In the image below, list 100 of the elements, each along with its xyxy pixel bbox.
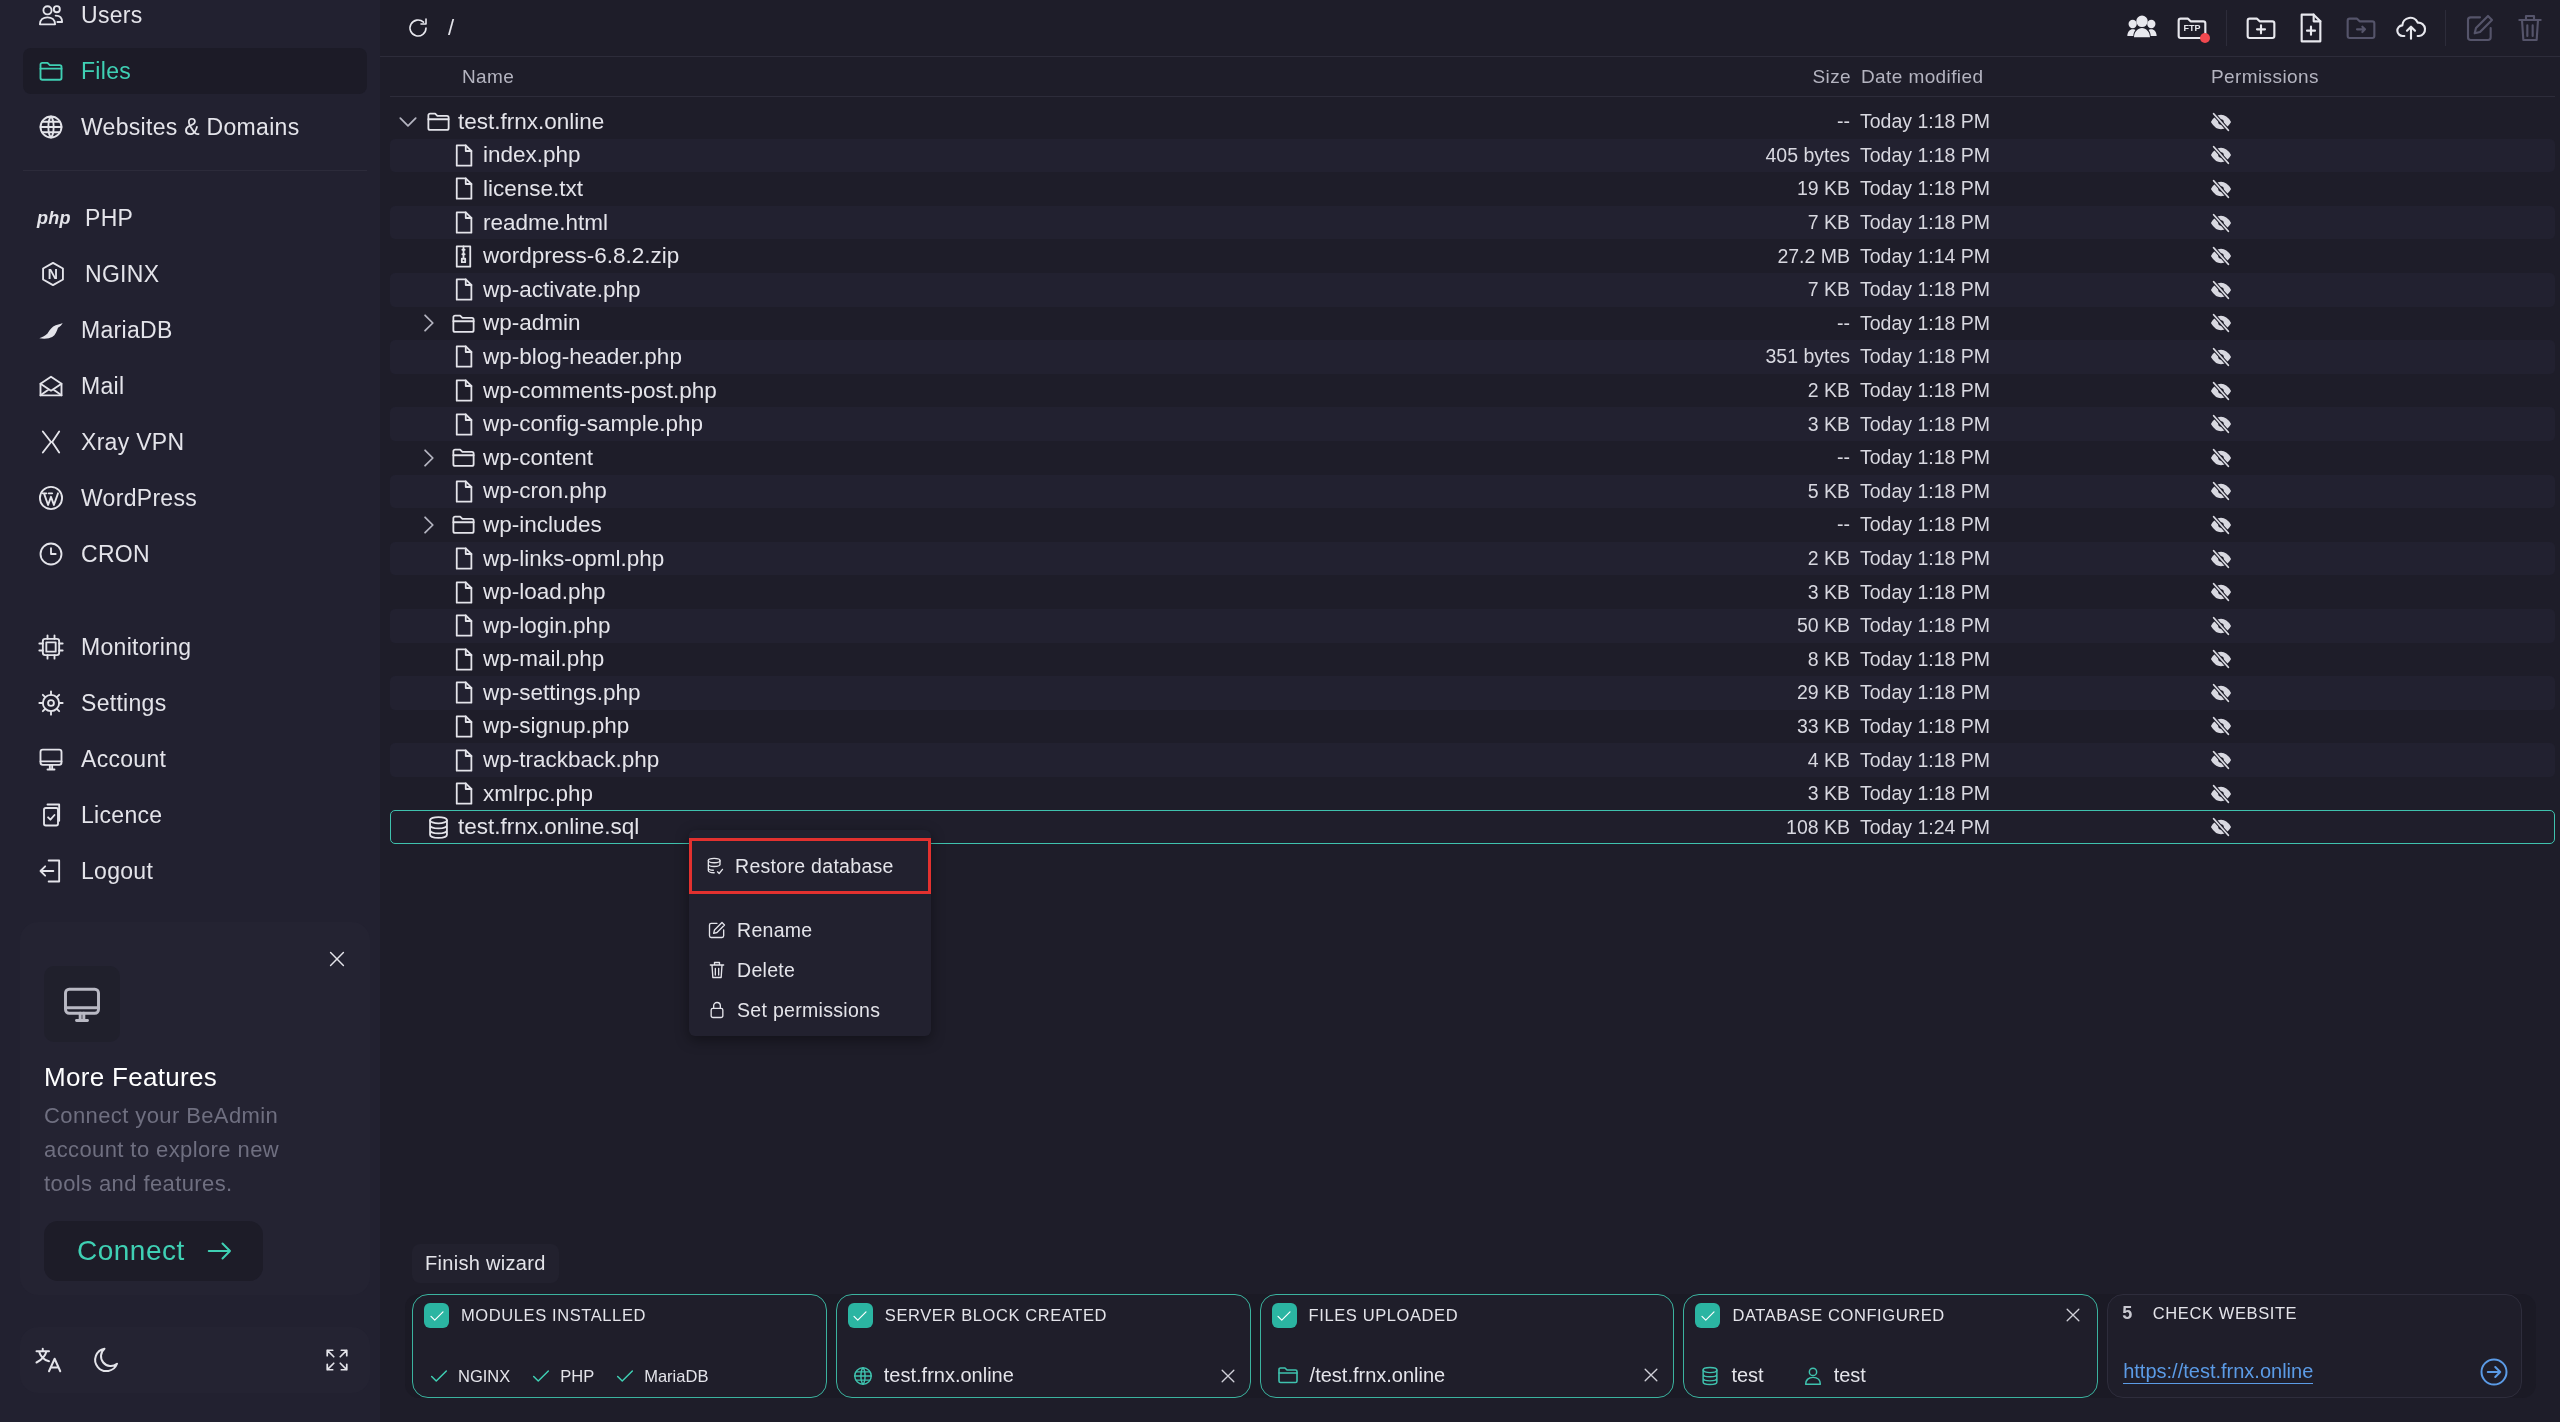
file-row[interactable]: wp-content -- Today 1:18 PM [390, 440, 2555, 475]
promo-text: Connect your BeAdmin account to explore new tools and features. [44, 1102, 281, 1198]
file-row[interactable]: test.frnx.online.sql 108 KB Today 1:24 PM [390, 810, 2555, 845]
sidebar-item[interactable]: Xray VPN [23, 419, 367, 465]
date-modified: Today 1:18 PM [1860, 446, 1992, 470]
file-row[interactable]: wp-includes -- Today 1:18 PM [390, 508, 2555, 542]
file-row[interactable]: wp-links-opml.php 2 KB Today 1:18 PM [390, 541, 2555, 576]
sidebar-item[interactable]: Settings [23, 680, 367, 726]
globe-icon [851, 1364, 874, 1387]
date-modified: Today 1:18 PM [1860, 143, 1992, 167]
step-number: 5 [2121, 1303, 2134, 1324]
sidebar-item[interactable]: Files [23, 48, 367, 94]
file-row[interactable]: wp-admin -- Today 1:18 PM [390, 306, 2555, 341]
sidebar-item[interactable]: CRON [23, 531, 367, 577]
eye-off-icon [2210, 782, 2232, 805]
file-row[interactable]: wordpress-6.8.2.zip 27.2 MB Today 1:14 PM [390, 239, 2555, 273]
chevron-down-icon [399, 116, 417, 127]
file-row[interactable]: index.php 405 bytes Today 1:18 PM [390, 138, 2555, 173]
date-modified: Today 1:18 PM [1860, 311, 1992, 335]
file-row[interactable]: wp-signup.php 33 KB Today 1:18 PM [390, 709, 2555, 744]
file-size: 33 KB [1795, 715, 1851, 738]
file-row[interactable]: wp-blog-header.php 351 bytes Today 1:18 PM [390, 340, 2555, 374]
file-size: 50 KB [1795, 614, 1851, 638]
date-modified: Today 1:18 PM [1860, 681, 1992, 705]
eye-off-icon [2210, 816, 2232, 839]
edit-icon [707, 920, 727, 940]
sidebar-item[interactable]: Users [23, 0, 367, 38]
connect-button[interactable]: Connect [44, 1221, 263, 1281]
eye-off-icon [2210, 278, 2232, 301]
sidebar-item[interactable]: Licence [23, 792, 367, 838]
website-link[interactable]: https://test.frnx.online [2123, 1360, 2314, 1384]
database-user: test [1833, 1364, 1866, 1387]
module-name: PHP [560, 1366, 595, 1386]
sidebar-item[interactable]: N NGINX [23, 251, 367, 297]
domain-name: test.frnx.online [883, 1364, 1014, 1387]
ftp-folder-button[interactable]: FTP [2176, 12, 2208, 44]
file-name: wp-links-opml.php [483, 545, 665, 572]
file-row[interactable]: wp-config-sample.php 3 KB Today 1:18 PM [390, 407, 2555, 441]
file-row[interactable]: wp-settings.php 29 KB Today 1:18 PM [390, 676, 2555, 710]
translate-icon [34, 1345, 64, 1375]
eye-off-icon [2210, 110, 2232, 133]
file-row[interactable]: test.frnx.online -- Today 1:18 PM [390, 105, 2555, 139]
eye-off-icon [2210, 681, 2232, 704]
file-row[interactable]: readme.html 7 KB Today 1:18 PM [390, 205, 2555, 240]
menu-item[interactable]: Rename [689, 910, 931, 950]
file-name: wp-signup.php [483, 713, 630, 740]
sidebar-item[interactable]: php PHP [23, 195, 367, 241]
date-modified: Today 1:14 PM [1860, 244, 1992, 268]
sidebar-item[interactable]: MariaDB [23, 307, 367, 353]
eye-off-icon [2210, 513, 2232, 536]
file-name: wp-includes [483, 511, 602, 538]
sidebar-item[interactable]: Monitoring [23, 624, 367, 670]
arrow-circle-icon [2479, 1357, 2509, 1387]
file-row[interactable]: wp-activate.php 7 KB Today 1:18 PM [390, 272, 2555, 307]
file-row[interactable]: wp-trackback.php 4 KB Today 1:18 PM [390, 743, 2555, 777]
file-size: 19 KB [1795, 177, 1851, 201]
file-size: 8 KB [1806, 647, 1851, 671]
date-modified: Today 1:18 PM [1860, 110, 1992, 134]
file-size: -- [1836, 513, 1851, 537]
date-modified: Today 1:18 PM [1860, 580, 1992, 604]
eye-off-icon [2210, 480, 2232, 503]
sidebar-item[interactable]: Account [23, 736, 367, 782]
eye-off-icon [2210, 581, 2232, 604]
file-name: wordpress-6.8.2.zip [483, 243, 680, 270]
file-row[interactable]: wp-mail.php 8 KB Today 1:18 PM [390, 642, 2555, 677]
file-name: wp-blog-header.php [483, 343, 682, 370]
chevron-right-icon [424, 515, 434, 534]
module-name: NGINX [458, 1366, 511, 1386]
sidebar-item[interactable]: Logout [23, 848, 367, 894]
date-modified: Today 1:24 PM [1860, 815, 1992, 839]
database-name: test [1731, 1364, 1764, 1387]
fullscreen-button[interactable] [324, 1347, 350, 1373]
file-row[interactable]: license.txt 19 KB Today 1:18 PM [390, 172, 2555, 206]
go-button[interactable] [2479, 1357, 2509, 1387]
sidebar-item[interactable]: Websites & Domains [23, 104, 367, 150]
file-size: 7 KB [1806, 278, 1851, 302]
file-size: -- [1836, 110, 1851, 134]
column-header: Date modified [1861, 65, 1985, 88]
file-row[interactable]: wp-load.php 3 KB Today 1:18 PM [390, 575, 2555, 609]
date-modified: Today 1:18 PM [1860, 647, 1992, 671]
eye-off-icon [2210, 648, 2232, 671]
file-name: wp-admin [483, 310, 581, 337]
file-row[interactable]: wp-comments-post.php 2 KB Today 1:18 PM [390, 373, 2555, 408]
date-modified: Today 1:18 PM [1860, 345, 1992, 369]
file-size: 351 bytes [1764, 345, 1851, 369]
sidebar-item[interactable]: WordPress [23, 475, 367, 521]
folder-path: /test.frnx.online [1309, 1363, 1446, 1387]
step-title: SERVER BLOCK CREATED [884, 1306, 1108, 1325]
refresh-button[interactable] [406, 16, 430, 40]
date-modified: Today 1:18 PM [1860, 479, 1992, 503]
menu-item[interactable]: Set permissions [689, 990, 931, 1030]
step-title: FILES UPLOADED [1308, 1306, 1459, 1325]
sidebar-item[interactable]: Mail [23, 363, 367, 409]
eye-off-icon [2210, 144, 2232, 167]
file-row[interactable]: wp-cron.php 5 KB Today 1:18 PM [390, 474, 2555, 509]
step-title: MODULES INSTALLED [461, 1306, 647, 1325]
menu-item[interactable]: Delete [689, 950, 931, 990]
language-button[interactable] [34, 1345, 64, 1375]
file-row[interactable]: wp-login.php 50 KB Today 1:18 PM [390, 608, 2555, 643]
file-row[interactable]: xmlrpc.php 3 KB Today 1:18 PM [390, 776, 2555, 811]
